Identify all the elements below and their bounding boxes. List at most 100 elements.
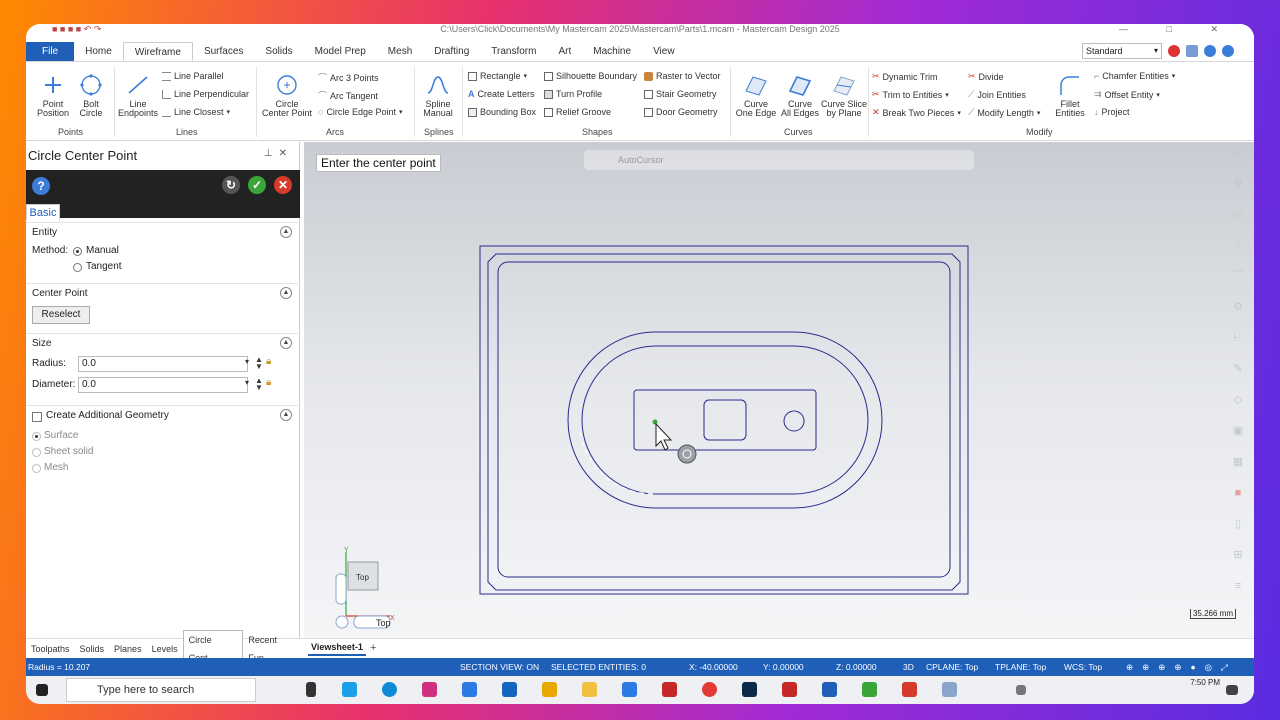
curve-all-edges-button[interactable]: Curve All Edges [778,73,822,118]
tab-file[interactable]: File [26,42,75,61]
section-view-status[interactable]: SECTION VIEW: ON [460,658,539,676]
color-icon[interactable]: ■ [1232,487,1244,499]
geometry-canvas[interactable]: Top Y X [304,142,1254,638]
radius-stepper[interactable]: ▲ ▼ [255,356,263,371]
line-endpoints-button[interactable]: Line Endpoints [118,73,158,118]
relief-groove-button[interactable]: Relief Groove [544,107,611,117]
chevron-down-icon[interactable]: ▾ [1037,109,1041,117]
box-icon[interactable]: ◇ [1232,394,1244,406]
tab-mesh[interactable]: Mesh [377,42,423,61]
line-closest-button[interactable]: Line Closest ▾ [162,107,230,117]
x-coordinate[interactable]: X: -40.00000 [689,658,738,676]
bounding-box-button[interactable]: Bounding Box [468,107,536,117]
graphics-viewport[interactable]: Enter the center point AutoCursor Top Y … [304,142,1254,638]
tab-art[interactable]: Art [547,42,582,61]
word-icon[interactable] [822,682,837,697]
collapse-icon[interactable]: ▲ [280,287,292,299]
collapse-icon[interactable]: ▲ [280,337,292,349]
chamfered-border[interactable] [487,253,961,591]
windows-start-icon[interactable] [36,684,48,696]
line-parallel-button[interactable]: Line Parallel [162,71,224,81]
radius-input[interactable]: 0.0 [78,356,248,372]
fillet-entities-button[interactable]: Fillet Entities [1052,73,1088,118]
circle-edge-point-button[interactable]: ○ Circle Edge Point ▾ [318,107,403,117]
wcs-status[interactable]: WCS: Top [1064,658,1102,676]
app-icon-4[interactable] [862,682,877,697]
radius-dropdown-icon[interactable]: ▾ [245,358,249,366]
layers-icon[interactable]: ▣ [1232,425,1244,437]
tab-home[interactable]: Home [74,42,123,61]
diameter-input[interactable]: 0.0 [78,377,248,393]
chamfer-entities-button[interactable]: ⌐ Chamfer Entities ▾ [1094,71,1175,81]
join-entities-button[interactable]: ⟋ Join Entities [968,89,1026,100]
stair-geometry-button[interactable]: Stair Geometry [644,89,717,99]
zoom-icon[interactable]: ✥ [1232,177,1244,189]
radio-mesh[interactable] [32,464,41,473]
collapse-icon[interactable]: ▲ [280,226,292,238]
arc-tangent-button[interactable]: ⌒ Arc Tangent [318,89,378,102]
chevron-down-icon[interactable]: ▾ [524,72,528,80]
reselect-button[interactable]: Reselect [32,306,90,324]
tray-icons[interactable] [1016,685,1026,695]
tab-basic[interactable]: Basic [26,204,60,220]
shade-icon[interactable]: ▦ [1232,456,1244,468]
status-view-icons[interactable]: ⊕⊕⊕⊕●◎⤢ [1126,658,1237,676]
radio-manual[interactable] [73,247,82,256]
trim-to-entities-button[interactable]: ✂ Trim to Entities ▾ [872,89,949,100]
edge-icon[interactable] [382,682,397,697]
ok-check-icon[interactable]: ✓ [248,176,266,194]
chevron-down-icon[interactable]: ▾ [227,108,231,116]
app-icon-5[interactable] [902,682,917,697]
chevron-down-icon[interactable]: ▾ [399,108,403,116]
small-hole[interactable] [783,410,805,432]
app-icon-3[interactable] [662,682,677,697]
radio-tangent[interactable] [73,263,82,272]
break-two-pieces-button[interactable]: ✕ Break Two Pieces ▾ [872,107,961,118]
panel-pin-close[interactable]: ⊥✕ [264,148,293,159]
outlook-icon[interactable] [502,682,517,697]
stack-icon[interactable]: ≡ [1232,580,1244,592]
bolt-circle-button[interactable]: Bolt Circle [76,73,106,118]
tplane-status[interactable]: TPLANE: Top [995,658,1046,676]
radio-surface[interactable] [32,432,41,441]
spline-manual-button[interactable]: Spline Manual [418,73,458,118]
raster-to-vector-button[interactable]: Raster to Vector [644,71,721,81]
chrome-icon[interactable] [702,682,717,697]
display-icon[interactable] [1186,45,1198,57]
cancel-close-icon[interactable]: ✕ [274,176,292,194]
silhouette-boundary-button[interactable]: Silhouette Boundary [544,71,637,81]
obround-inner[interactable] [581,345,869,495]
license-icon[interactable] [1168,45,1180,57]
arc-icon[interactable]: ⌒ [1232,270,1244,282]
dimension-icon[interactable]: ⊢ [1232,332,1244,344]
tab-solids-manager[interactable]: Solids [75,640,110,658]
weather-icon[interactable] [942,682,957,697]
ruler-icon[interactable]: ▯ [1232,518,1244,530]
diameter-lock-icon[interactable]: 🔒︎ [266,377,271,388]
clock[interactable]: 7:50 PM [1190,677,1220,688]
point-position-button[interactable]: Point Position [36,73,70,118]
brush-icon[interactable]: ✎ [1232,363,1244,375]
tab-wireframe[interactable]: Wireframe [122,42,193,61]
radius-lock-icon[interactable]: 🔒︎ [266,356,271,367]
rectangle-button[interactable]: Rectangle ▾ [468,71,527,81]
tab-model-prep[interactable]: Model Prep [304,42,377,61]
door-geometry-button[interactable]: Door Geometry [644,107,718,117]
tab-machine[interactable]: Machine [582,42,642,61]
outer-rectangle[interactable] [479,245,969,595]
cplane-status[interactable]: CPLANE: Top [926,658,978,676]
additional-geometry-checkbox[interactable] [32,412,42,422]
mode-select[interactable]: Standard [1082,43,1162,59]
chevron-down-icon[interactable]: ▾ [957,109,961,117]
project-button[interactable]: ↓ Project [1094,107,1130,117]
chevron-down-icon[interactable]: ▾ [1172,72,1176,80]
mastercam-icon[interactable] [782,682,797,697]
calculator-icon[interactable] [622,682,637,697]
dynamic-trim-button[interactable]: ✂ Dynamic Trim [872,71,938,82]
tab-solids[interactable]: Solids [254,42,303,61]
ns-icon[interactable] [542,682,557,697]
view-rotate-icon[interactable] [335,615,349,629]
chevron-down-icon[interactable]: ▾ [945,91,949,99]
tab-toolpaths[interactable]: Toolpaths [26,640,75,658]
taskbar-search[interactable]: Type here to search [66,678,256,702]
